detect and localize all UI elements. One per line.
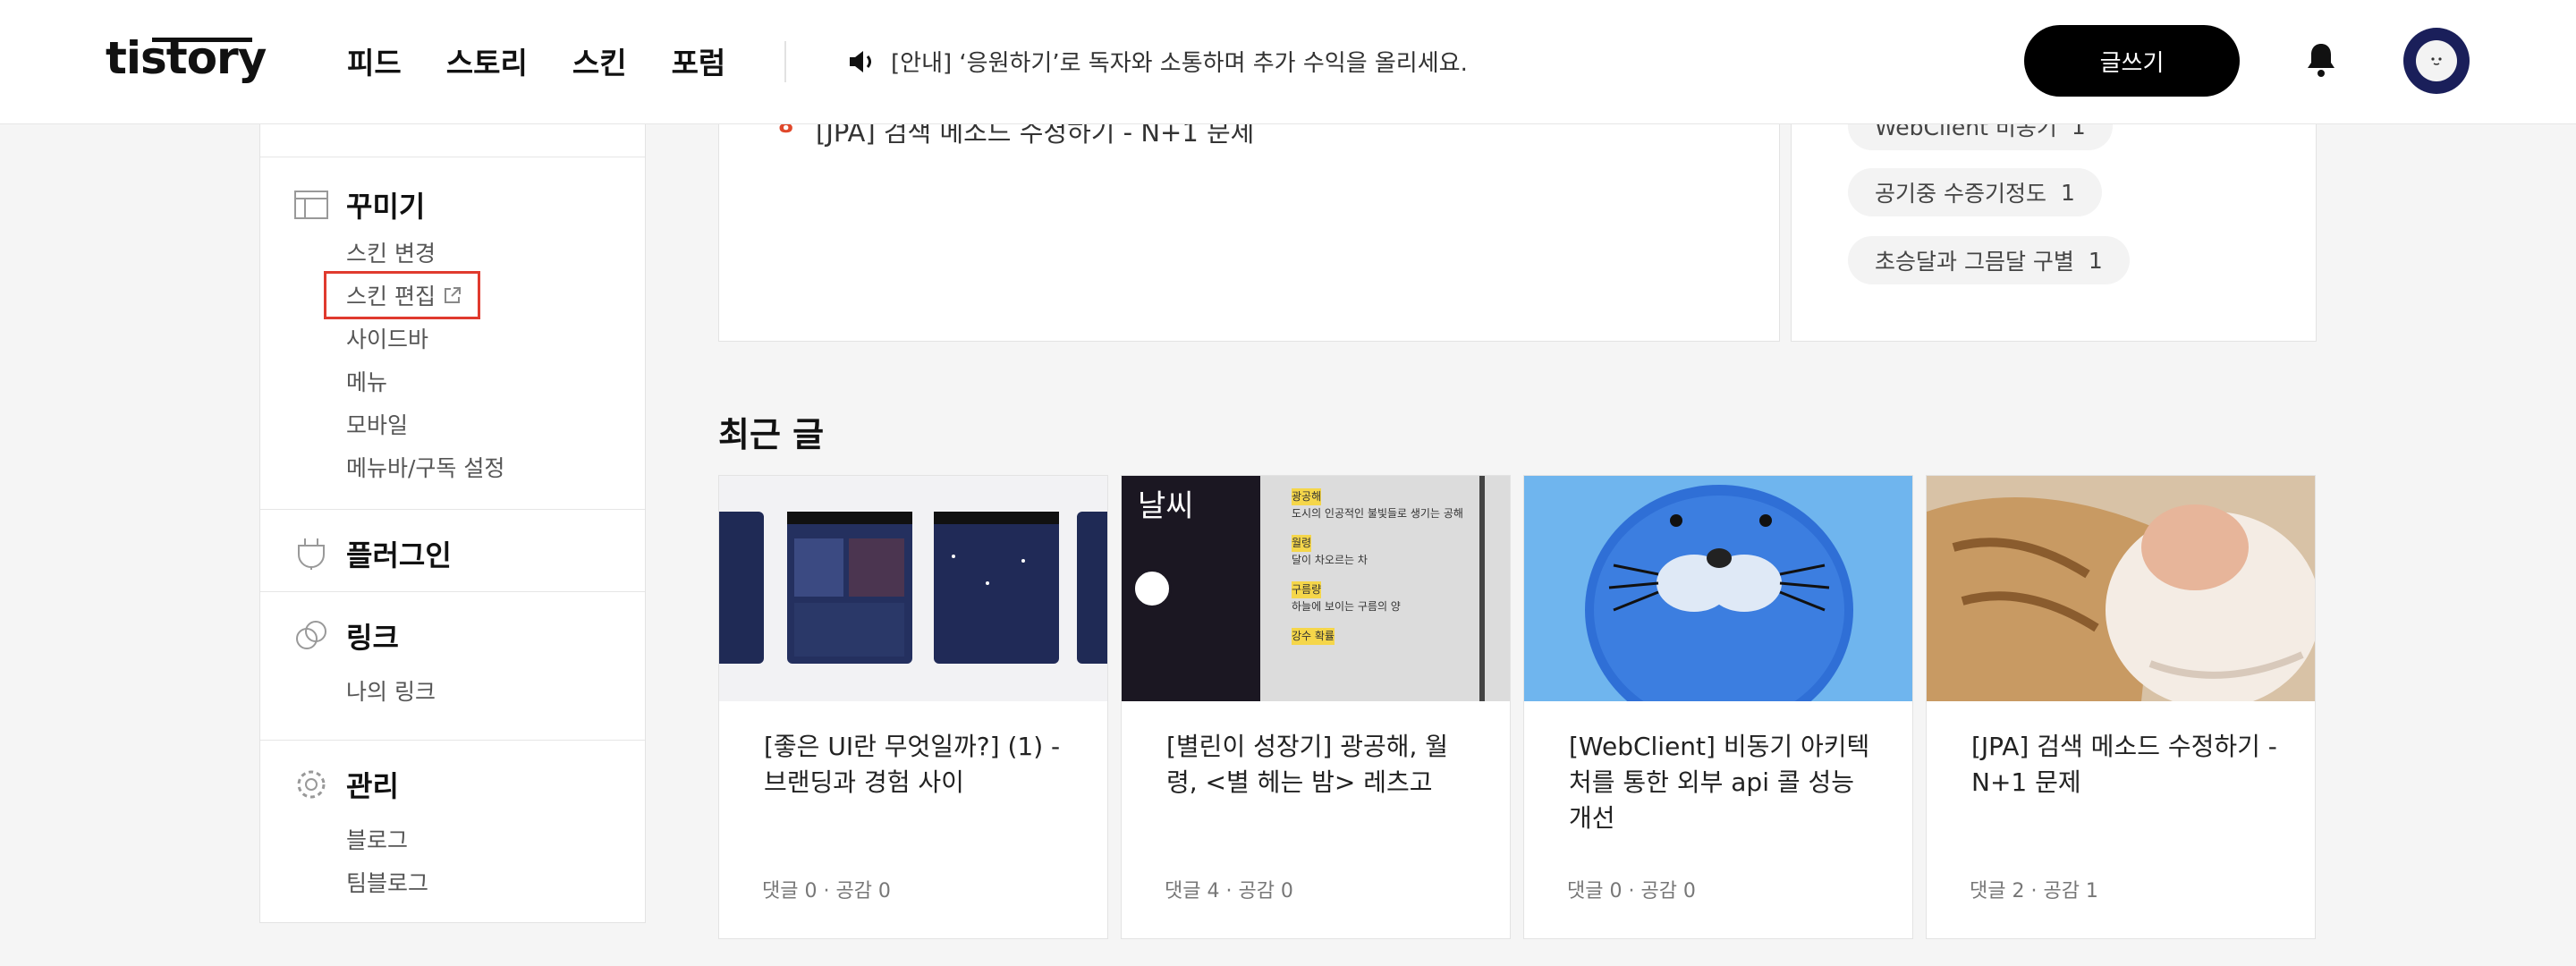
avatar-face-icon (2416, 40, 2457, 81)
bell-icon[interactable] (2303, 41, 2339, 79)
sidebar-item-menu[interactable]: 메뉴 (346, 365, 387, 397)
thumb-line: 광공해 (1292, 488, 1322, 505)
tag-count: 1 (2060, 179, 2075, 206)
sidebar-section-plugin: 플러그인 (260, 509, 645, 591)
post-meta: 댓글 0 · 공감 0 (1567, 880, 1696, 902)
sidebar-section-link: 링크 나의 링크 (260, 591, 645, 740)
tag-label: 공기중 수증기정도 (1875, 181, 2046, 207)
sidebar-item-skin-change[interactable]: 스킨 변경 (346, 236, 436, 268)
post-card[interactable]: 날씨 광공해 도시의 인공적인 불빛들로 생기는 공해 월령 달이 차오르는 차… (1121, 475, 1511, 939)
thumb-edge (1479, 476, 1485, 701)
sidebar-section-decorate: 꾸미기 스킨 변경 스킨 편집 사이드바 메뉴 모바일 메뉴바/구독 설정 (260, 157, 645, 509)
post-card[interactable]: [좋은 UI란 무엇일까?] (1) - 브랜딩과 경험 사이 댓글 0 · 공… (718, 475, 1108, 939)
main-nav: 피드 스토리 스킨 포럼 (347, 39, 725, 82)
sidebar-item-mobile[interactable]: 모바일 (346, 408, 408, 440)
sidebar-head-link[interactable]: 링크 (294, 615, 399, 657)
thumb-lines: 광공해 도시의 인공적인 불빛들로 생기는 공해 월령 달이 차오르는 차 구름… (1292, 488, 1470, 645)
write-button[interactable]: 글쓰기 (2024, 25, 2240, 97)
post-thumbnail (1524, 476, 1912, 701)
thumb-line: 하늘에 보이는 구름의 양 (1292, 600, 1401, 613)
post-meta: 댓글 2 · 공감 1 (1970, 880, 2098, 902)
post-title: [별린이 성장기] 광공해, 월령, <별 헤는 밤> 레츠고 (1166, 732, 1449, 797)
sidebar-head-plugin[interactable]: 플러그인 (294, 533, 452, 574)
sidebar-title-link: 링크 (346, 621, 399, 655)
sidebar-item-menubar[interactable]: 메뉴바/구독 설정 (346, 451, 504, 483)
sidebar-item-team-blog[interactable]: 팀블로그 (346, 866, 428, 898)
sidebar-section-manage: 관리 블로그 팀블로그 (260, 740, 645, 924)
nav-skin[interactable]: 스킨 (572, 39, 627, 82)
thumb-line: 구름량 (1292, 581, 1322, 598)
sidebar-title-decorate: 꾸미기 (346, 190, 426, 224)
sidebar-title-manage: 관리 (346, 769, 399, 803)
post-meta: 댓글 4 · 공감 0 (1165, 880, 1293, 902)
post-thumbnail: 날씨 광공해 도시의 인공적인 불빛들로 생기는 공해 월령 달이 차오르는 차… (1122, 476, 1510, 701)
sidebar-item-sidebar[interactable]: 사이드바 (346, 322, 428, 354)
thumb-line: 월령 (1292, 535, 1312, 552)
avatar[interactable] (2403, 28, 2470, 94)
link-icon (296, 621, 326, 649)
gear-icon (297, 770, 326, 799)
tag-count: 1 (2088, 247, 2103, 274)
sidebar-head-decorate[interactable]: 꾸미기 (294, 184, 425, 225)
post-thumbnail (719, 476, 1107, 701)
notice[interactable]: [안내] ‘응원하기’로 독자와 소통하며 추가 수익을 올리세요. (848, 45, 1468, 78)
speaker-icon (850, 50, 871, 72)
thumb-avatar-icon (1132, 569, 1172, 608)
logo-bar (152, 38, 252, 42)
post-title: [WebClient] 비동기 아키텍처를 통한 외부 api 콜 성능 개선 (1569, 732, 1870, 833)
skin-edit-highlight (324, 271, 480, 319)
recent-posts-heading: 최근 글 (718, 415, 825, 454)
sidebar-item-blog[interactable]: 블로그 (346, 823, 408, 855)
tag-item[interactable]: 초승달과 그믐달 구별 1 (1848, 236, 2130, 284)
sidebar-item-my-link[interactable]: 나의 링크 (346, 674, 436, 707)
post-card[interactable]: [WebClient] 비동기 아키텍처를 통한 외부 api 콜 성능 개선 … (1523, 475, 1913, 939)
nav-feed[interactable]: 피드 (347, 39, 402, 82)
layout-icon (294, 191, 328, 219)
post-title: [좋은 UI란 무엇일까?] (1) - 브랜딩과 경험 사이 (764, 732, 1061, 797)
nav-story[interactable]: 스토리 (446, 39, 528, 82)
seal-plush-image (1585, 485, 1853, 701)
post-title: [JPA] 검색 메소드 수정하기 - N+1 문제 (1971, 732, 2277, 797)
top-header: tistory 피드 스토리 스킨 포럼 [안내] ‘응원하기’로 독자와 소통… (0, 0, 2576, 124)
sleeping-cat-image (1927, 476, 2315, 701)
post-thumbnail (1927, 476, 2315, 701)
thumb-line: 달이 차오르는 차 (1292, 554, 1368, 566)
nav-forum[interactable]: 포럼 (672, 39, 726, 82)
plugin-icon (298, 538, 325, 570)
notice-text: [안내] ‘응원하기’로 독자와 소통하며 추가 수익을 올리세요. (891, 50, 1468, 77)
thumb-heading: 날씨 (1138, 488, 1194, 524)
post-card[interactable]: [JPA] 검색 메소드 수정하기 - N+1 문제 댓글 2 · 공감 1 (1926, 475, 2316, 939)
tag-item[interactable]: 공기중 수증기정도 1 (1848, 168, 2102, 216)
sidebar-head-manage[interactable]: 관리 (294, 764, 399, 805)
post-meta: 댓글 0 · 공감 0 (762, 880, 891, 902)
sidebar: 꾸미기 스킨 변경 스킨 편집 사이드바 메뉴 모바일 메뉴바/구독 설정 플러… (259, 89, 646, 923)
thumb-line: 도시의 인공적인 불빛들로 생기는 공해 (1292, 507, 1463, 520)
tag-label: 초승달과 그믐달 구별 (1875, 249, 2074, 275)
sidebar-title-plugin: 플러그인 (346, 538, 452, 572)
thumb-line: 강수 확률 (1292, 628, 1335, 645)
header-divider (784, 41, 786, 82)
